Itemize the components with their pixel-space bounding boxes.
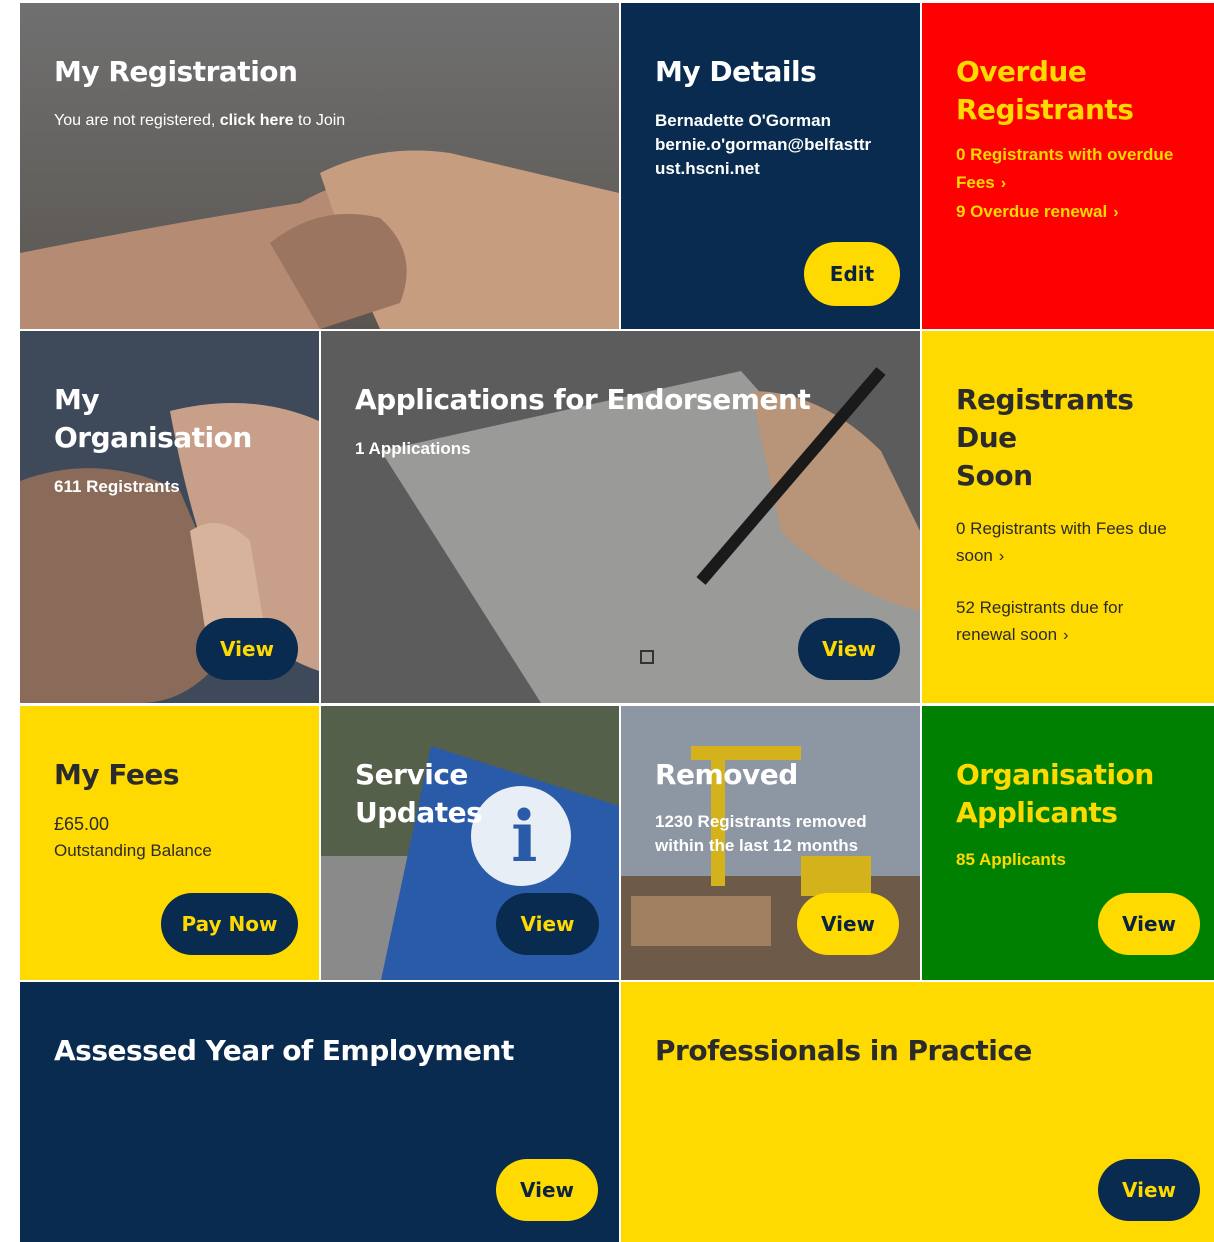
- click-here-link[interactable]: click here: [220, 112, 294, 129]
- applicants-view-button[interactable]: View: [1098, 893, 1200, 955]
- registrants-due-soon-tile: Registrants Due Soon 0 Registrants with …: [922, 331, 1214, 703]
- assessed-year-view-button[interactable]: View: [496, 1159, 598, 1221]
- overdue-renewal-link[interactable]: 9 Overdue renewal ›: [956, 198, 1180, 227]
- chevron-right-icon: ›: [998, 548, 1005, 565]
- organisation-applicants-tile: Organisation Applicants 85 Applicants Vi…: [922, 706, 1214, 980]
- my-registration-tile: My Registration You are not registered, …: [20, 3, 619, 329]
- overdue-title-line2: Registrants: [956, 93, 1134, 126]
- assessed-year-title: Assessed Year of Employment: [54, 1034, 514, 1067]
- handshake-image: [20, 3, 619, 329]
- service-updates-view-button[interactable]: View: [496, 893, 599, 955]
- my-details-title: My Details: [655, 55, 817, 88]
- endorsement-title: Applications for Endorsement: [355, 383, 811, 416]
- due-soon-title-line2: Soon: [956, 459, 1033, 492]
- my-details-tile: My Details Bernadette O'Gorman bernie.o'…: [621, 3, 920, 329]
- edit-button[interactable]: Edit: [804, 242, 900, 306]
- pay-now-button[interactable]: Pay Now: [161, 893, 298, 955]
- my-fees-tile: My Fees £65.00 Outstanding Balance Pay N…: [20, 706, 319, 980]
- chevron-right-icon: ›: [1063, 627, 1069, 644]
- user-name: Bernadette O'Gorman: [655, 111, 831, 130]
- applicants-title-line2: Applicants: [956, 796, 1118, 829]
- removed-title: Removed: [655, 758, 798, 791]
- my-registration-title: My Registration: [54, 55, 298, 88]
- overdue-title-line1: Overdue: [956, 55, 1087, 88]
- organisation-view-button[interactable]: View: [196, 618, 298, 680]
- user-email-line1: bernie.o'gorman@belfasttr: [655, 135, 872, 154]
- user-email-line2: ust.hscni.net: [655, 159, 760, 178]
- applicants-title-line1: Organisation: [956, 758, 1154, 791]
- my-fees-title: My Fees: [54, 758, 180, 791]
- chevron-right-icon: ›: [1000, 175, 1007, 192]
- removed-text-line1: 1230 Registrants removed: [655, 812, 867, 831]
- endorsement-count: 1 Applications: [355, 439, 471, 458]
- professionals-tile: Professionals in Practice View: [621, 982, 1214, 1242]
- registration-status: You are not registered, click here to Jo…: [54, 112, 346, 129]
- removed-text-line2: within the last 12 months: [655, 836, 859, 855]
- removed-tile: Removed 1230 Registrants removed within …: [621, 706, 920, 980]
- overdue-fees-link[interactable]: 0 Registrants with overdue Fees ›: [956, 141, 1180, 198]
- removed-view-button[interactable]: View: [797, 893, 899, 955]
- service-updates-title: Service Updates: [355, 758, 483, 829]
- professionals-view-button[interactable]: View: [1098, 1159, 1200, 1221]
- my-organisation-tile: My Organisation 611 Registrants View: [20, 331, 319, 703]
- fees-amount: £65.00: [54, 814, 110, 834]
- chevron-right-icon: ›: [1113, 204, 1119, 221]
- fees-due-soon-link[interactable]: 0 Registrants with Fees due soon ›: [956, 515, 1180, 570]
- professionals-title: Professionals in Practice: [655, 1034, 1032, 1067]
- renewal-due-soon-link[interactable]: 52 Registrants due for renewal soon ›: [956, 594, 1180, 649]
- endorsement-view-button[interactable]: View: [798, 618, 900, 680]
- service-updates-tile: i Service Updates View: [321, 706, 619, 980]
- applications-endorsement-tile: Applications for Endorsement 1 Applicati…: [321, 331, 920, 703]
- organisation-registrant-count: 611 Registrants: [54, 477, 180, 496]
- fees-label: Outstanding Balance: [54, 841, 212, 860]
- overdue-registrants-tile: Overdue Registrants 0 Registrants with o…: [922, 3, 1214, 329]
- my-organisation-title: My Organisation: [54, 383, 252, 454]
- assessed-year-tile: Assessed Year of Employment View: [20, 982, 619, 1242]
- applicants-count: 85 Applicants: [956, 850, 1066, 869]
- due-soon-title-line1: Registrants Due: [956, 383, 1134, 454]
